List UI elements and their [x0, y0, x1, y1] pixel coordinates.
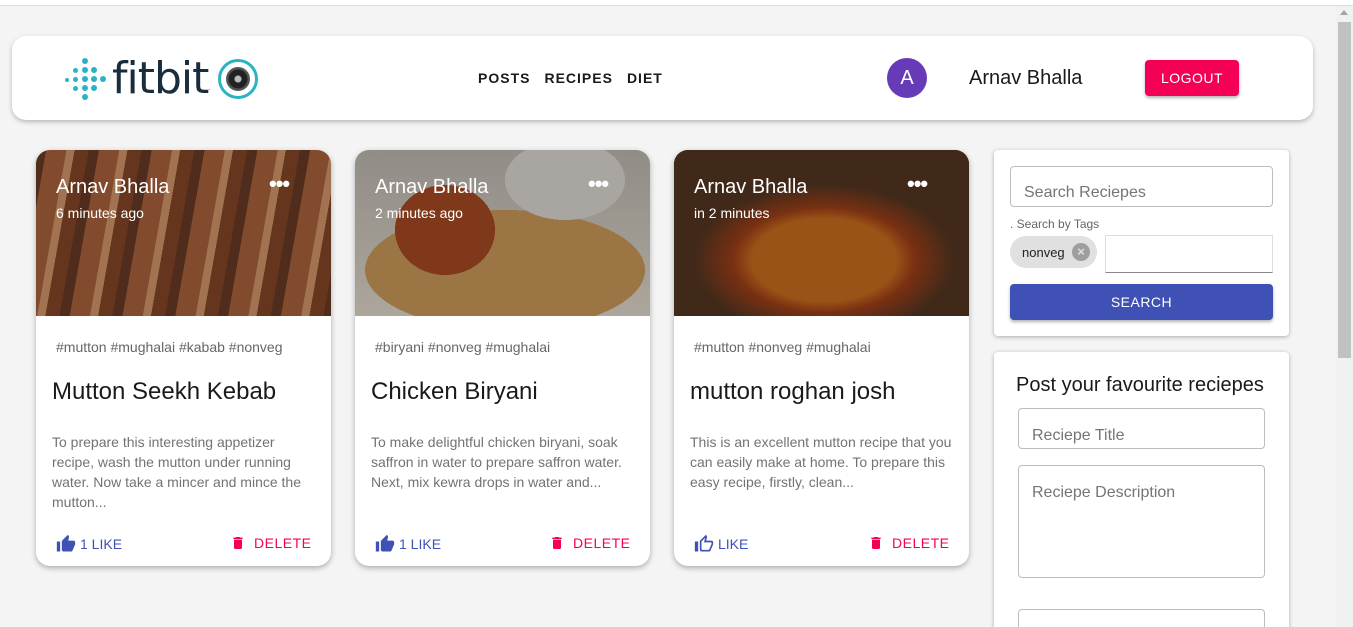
card-timestamp: 6 minutes ago: [56, 205, 144, 221]
delete-label: DELETE: [254, 535, 312, 551]
logo-trademark: .: [208, 85, 211, 92]
card-tags: #mutton #nonveg #mughalai: [694, 339, 871, 355]
like-count: 1 LIKE: [399, 536, 442, 552]
delete-button[interactable]: DELETE: [230, 534, 311, 552]
card-title: mutton roghan josh: [690, 378, 896, 405]
logo-wordmark: fitbit: [112, 53, 209, 104]
like-count: 1 LIKE: [80, 536, 123, 552]
tag-chip[interactable]: nonveg ×: [1010, 236, 1097, 268]
card-description: To make delightful chicken biryani, soak…: [371, 434, 622, 490]
card-title: Chicken Biryani: [371, 378, 538, 405]
user-name: Arnav Bhalla: [969, 67, 1083, 89]
search-button[interactable]: SEARCH: [1010, 284, 1273, 320]
post-recipe-panel: Post your favourite reciepes: [994, 352, 1289, 627]
card-tags: #biryani #nonveg #mughalai: [375, 339, 551, 355]
recipe-card: Arnav Bhalla 2 minutes ago ••• #biryani …: [355, 150, 650, 566]
like-count: LIKE: [718, 536, 749, 552]
tag-chip-label: nonveg: [1022, 244, 1065, 260]
card-tags: #mutton #mughalai #kabab #nonveg: [56, 339, 283, 355]
recipe-image: Arnav Bhalla 6 minutes ago •••: [36, 150, 331, 316]
nav-posts[interactable]: POSTS: [478, 70, 530, 86]
trash-icon: [871, 537, 881, 549]
delete-label: DELETE: [573, 535, 631, 551]
delete-label: DELETE: [892, 535, 950, 551]
recipe-card: Arnav Bhalla in 2 minutes ••• #mutton #n…: [674, 150, 969, 566]
thumb-up-icon: [56, 534, 76, 552]
search-tags-label: . Search by Tags: [1010, 217, 1100, 231]
like-button[interactable]: 1 LIKE: [375, 534, 441, 554]
recipe-tags-input[interactable]: [1018, 609, 1265, 627]
search-panel: . Search by Tags nonveg × SEARCH: [994, 150, 1289, 336]
card-author: Arnav Bhalla: [694, 176, 808, 198]
recipe-image: Arnav Bhalla 2 minutes ago •••: [355, 150, 650, 316]
like-button[interactable]: LIKE: [694, 534, 748, 554]
thumb-up-outline-icon: [694, 534, 714, 552]
trash-icon: [552, 537, 562, 549]
post-recipe-heading: Post your favourite reciepes: [1016, 374, 1264, 396]
card-timestamp: 2 minutes ago: [375, 205, 463, 221]
scroll-up-arrow-icon[interactable]: [1340, 10, 1348, 15]
card-description: This is an excellent mutton recipe that …: [690, 434, 952, 490]
recipe-card: Arnav Bhalla 6 minutes ago ••• #mutton #…: [36, 150, 331, 566]
nav-recipes[interactable]: RECIPES: [544, 70, 612, 86]
recipe-image: Arnav Bhalla in 2 minutes •••: [674, 150, 969, 316]
delete-button[interactable]: DELETE: [868, 534, 949, 552]
more-options-icon[interactable]: •••: [907, 173, 928, 195]
search-input[interactable]: [1010, 166, 1273, 207]
recipe-title-input[interactable]: [1018, 408, 1265, 449]
like-button[interactable]: 1 LIKE: [56, 534, 122, 554]
card-author: Arnav Bhalla: [375, 176, 489, 198]
card-title: Mutton Seekh Kebab: [52, 378, 277, 405]
logout-button[interactable]: LOGOUT: [1145, 60, 1239, 96]
fitbit-logo[interactable]: fitbit .: [62, 53, 259, 104]
camera-lens-icon: [218, 59, 259, 99]
card-description: To prepare this interesting appetizer re…: [52, 434, 302, 510]
app-header: fitbit . POSTS RECIPES DIET A Arnav Bhal…: [12, 36, 1313, 120]
card-timestamp: in 2 minutes: [694, 205, 770, 221]
scrollbar-thumb[interactable]: [1338, 22, 1351, 358]
remove-tag-icon[interactable]: ×: [1072, 243, 1090, 261]
nav-diet[interactable]: DIET: [627, 70, 663, 86]
browser-top-edge: [0, 0, 1353, 6]
delete-button[interactable]: DELETE: [549, 534, 630, 552]
recipe-description-input[interactable]: [1018, 465, 1265, 578]
more-options-icon[interactable]: •••: [269, 173, 290, 195]
card-author: Arnav Bhalla: [56, 176, 170, 198]
more-options-icon[interactable]: •••: [588, 173, 609, 195]
trash-icon: [233, 537, 243, 549]
main-nav: POSTS RECIPES DIET: [478, 70, 663, 86]
tag-input[interactable]: [1105, 235, 1273, 273]
thumb-up-icon: [375, 534, 395, 552]
page-scrollbar[interactable]: [1336, 6, 1353, 627]
avatar[interactable]: A: [887, 58, 927, 98]
fitbit-dots-icon: [62, 56, 108, 102]
